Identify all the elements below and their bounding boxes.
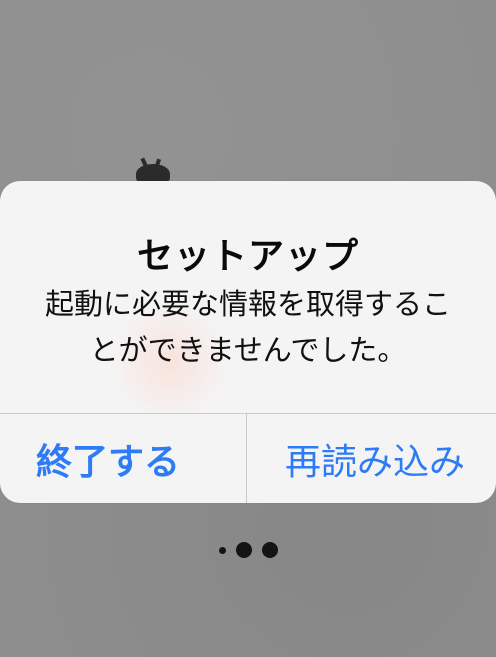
quit-button[interactable]: 終了する [0,414,216,503]
page-dot [261,542,278,558]
page-indicator [0,540,496,560]
page-dot [235,542,252,558]
alert-title: セットアップ [136,236,359,277]
alert-message-line: とができませんでした。 [89,333,407,367]
alert-message-line: 起動に必要な情報を取得するこ [44,287,451,321]
alert-message: 起動に必要な情報を取得するこ とができませんでした。 [18,281,478,373]
reload-button[interactable]: 再読み込み [247,414,496,503]
page-dot [218,546,226,554]
setup-alert-dialog: セットアップ 起動に必要な情報を取得するこ とができませんでした。 終了する 再… [0,181,496,503]
